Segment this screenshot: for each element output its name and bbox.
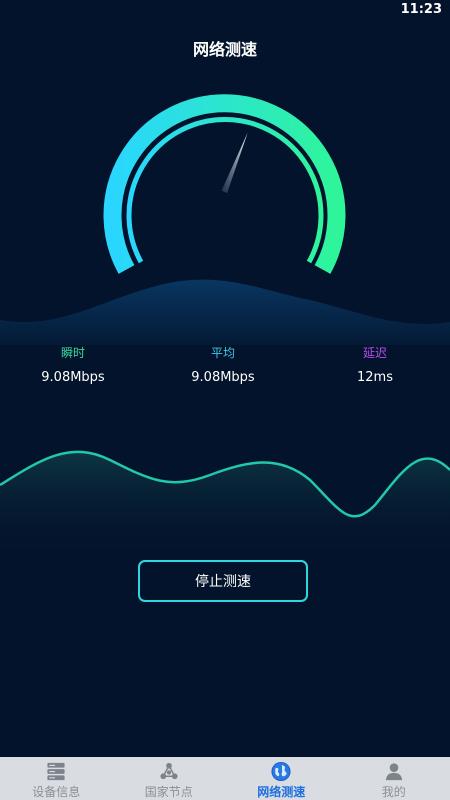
globe-icon xyxy=(271,761,291,782)
tab-mine[interactable]: 我的 xyxy=(338,757,450,800)
background-graphics xyxy=(0,94,450,560)
tab-device-info-label: 设备信息 xyxy=(32,785,81,799)
tab-country-nodes[interactable]: 国家节点 xyxy=(113,757,226,800)
page-title: 网络测速 xyxy=(192,40,257,59)
tab-country-nodes-label: 国家节点 xyxy=(144,785,193,799)
user-icon xyxy=(385,763,402,781)
gauge-needle xyxy=(221,132,248,193)
stat-instant-value: 9.08Mbps xyxy=(41,370,105,385)
status-time: 11:23 xyxy=(400,2,442,17)
top-wave xyxy=(0,279,450,345)
stats-row: 瞬时 9.08Mbps 平均 9.08Mbps 延迟 12ms xyxy=(0,344,450,394)
stop-test-button[interactable]: 停止测速 xyxy=(138,560,308,602)
tab-speed-test-label: 网络测速 xyxy=(257,785,306,799)
stat-latency-label: 延迟 xyxy=(362,346,387,360)
stat-average-label: 平均 xyxy=(210,346,235,360)
tab-mine-label: 我的 xyxy=(381,785,406,799)
status-bar: 11:23 xyxy=(0,0,450,20)
tab-speed-test[interactable]: 网络测速 xyxy=(225,757,338,800)
stat-average-value: 9.08Mbps xyxy=(191,370,255,385)
tab-device-info[interactable]: 设备信息 xyxy=(0,757,113,800)
bottom-wave-fill xyxy=(0,451,450,560)
nodes-icon xyxy=(160,762,178,780)
stat-instant: 瞬时 9.08Mbps xyxy=(8,344,138,385)
stat-average: 平均 9.08Mbps xyxy=(158,344,288,385)
speed-test-screen: 11:23 网络测速 瞬时 9.08Mbps 平均 9.08Mbps 延迟 12… xyxy=(0,0,450,800)
stat-latency: 延迟 12ms xyxy=(310,344,440,385)
stat-instant-label: 瞬时 xyxy=(60,346,85,360)
server-icon xyxy=(47,762,65,781)
stat-latency-value: 12ms xyxy=(357,370,393,385)
bottom-tab-bar: 设备信息 国家节点 网络测速 我的 xyxy=(0,757,450,800)
speed-gauge xyxy=(103,94,346,274)
